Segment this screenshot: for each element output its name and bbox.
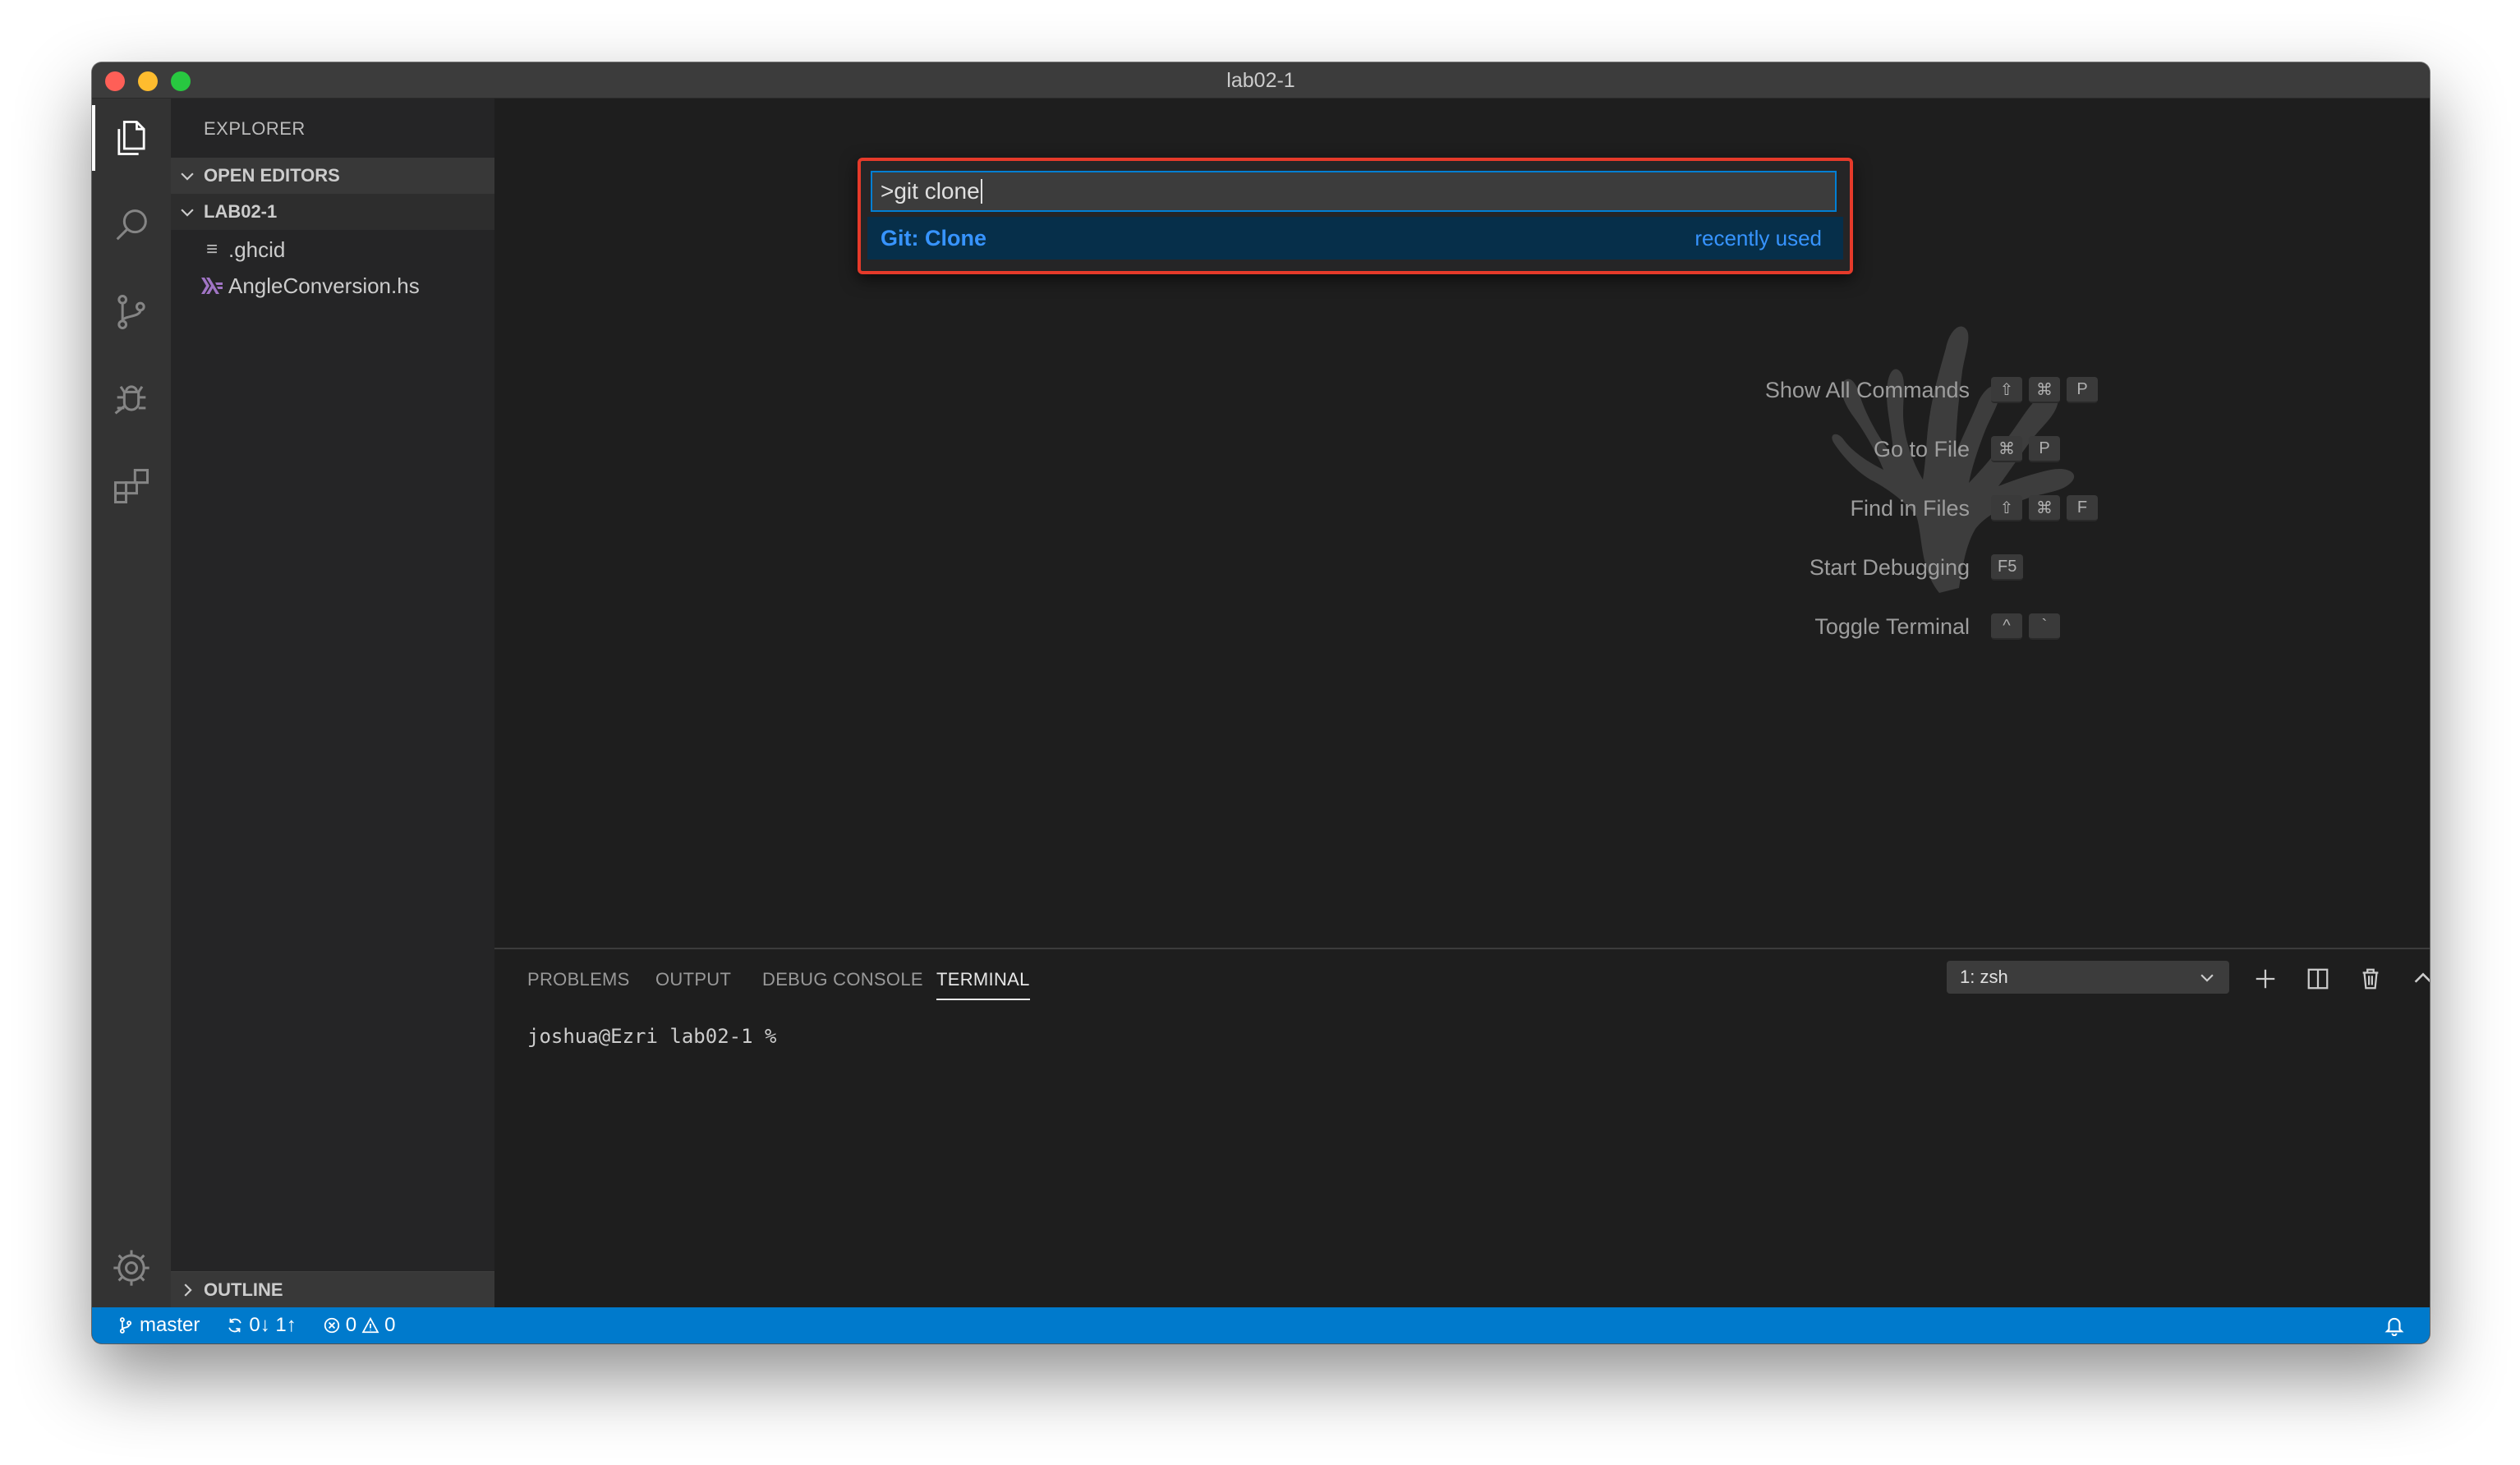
bottom-panel: PROBLEMS OUTPUT DEBUG CONSOLE TERMINAL 1…: [494, 948, 2430, 1307]
key-cap: F5: [1991, 554, 2024, 581]
warning-icon: [361, 1316, 379, 1334]
sync-icon: [228, 1318, 242, 1333]
key-cap: F: [2067, 495, 2098, 521]
key-cap: P: [2067, 377, 2098, 403]
file-lines-icon: ≡: [205, 238, 218, 260]
tab-problems[interactable]: PROBLEMS: [527, 969, 630, 990]
key-cap: ⌘: [1991, 436, 2022, 462]
git-branch-icon: [119, 1317, 132, 1334]
vscode-window: lab02-1 EXPLORER OPEN EDITORS LAB02-1 ≡ …: [92, 62, 2430, 1343]
extensions-activity-button[interactable]: [92, 447, 171, 526]
key-cap: ⇧: [1991, 495, 2022, 521]
shortcut-toggle-terminal: Toggle Terminal ^ `: [1398, 609, 2219, 645]
key-cap: ⌘: [2029, 495, 2060, 521]
haskell-icon: [195, 278, 228, 294]
file-item-angleconversion[interactable]: AngleConversion.hs: [171, 268, 494, 304]
files-icon: [117, 121, 145, 155]
terminal-prompt[interactable]: joshua@Ezri lab02-1 %: [527, 1025, 776, 1048]
terminal-select-value: 1: zsh: [1960, 967, 2008, 987]
chevron-down-icon: [171, 167, 204, 185]
chevron-up-icon: [2414, 972, 2430, 983]
error-icon: [324, 1317, 339, 1334]
key-cap: ^: [1991, 613, 2022, 640]
debug-activity-button[interactable]: [92, 360, 171, 439]
key-cap: ⌘: [2029, 377, 2060, 403]
extensions-icon: [113, 468, 149, 504]
tab-debug-console[interactable]: DEBUG CONSOLE: [762, 969, 923, 990]
shortcut-label: Show All Commands: [1764, 377, 1970, 402]
command-palette-input-value: >git clone: [881, 178, 980, 204]
key-cap: ⇧: [1991, 377, 2022, 403]
warning-count: 0: [384, 1314, 396, 1336]
shortcut-label: Toggle Terminal: [1814, 613, 1970, 639]
explorer-sidebar: EXPLORER OPEN EDITORS LAB02-1 ≡ .ghcid A…: [171, 99, 494, 1307]
shortcut-show-all-commands: Show All Commands ⇧ ⌘ P: [1398, 372, 2219, 408]
search-icon: [116, 209, 147, 241]
file-name: AngleConversion.hs: [228, 273, 420, 298]
sync-counts: 0↓ 1↑: [249, 1314, 297, 1336]
file-name: .ghcid: [228, 237, 286, 262]
search-activity-button[interactable]: [92, 186, 171, 264]
activity-bar: [92, 99, 171, 1307]
command-result-label: Git: Clone: [881, 225, 986, 250]
title-bar: lab02-1: [92, 62, 2430, 99]
kill-terminal-button[interactable]: [2352, 961, 2389, 997]
chevron-down-icon: [171, 203, 204, 221]
shortcut-go-to-file: Go to File ⌘ P: [1398, 431, 2219, 467]
command-palette: >git clone Git: Clone recently used: [858, 158, 1853, 274]
error-count: 0: [345, 1314, 357, 1336]
chevron-down-icon: [2200, 974, 2214, 982]
bell-icon[interactable]: [2384, 1315, 2405, 1336]
shortcut-label: Go to File: [1873, 436, 1970, 462]
shortcut-label: Start Debugging: [1809, 554, 1970, 580]
open-editors-section[interactable]: OPEN EDITORS: [171, 158, 494, 194]
maximize-panel-button[interactable]: [2405, 961, 2430, 997]
plus-icon: [2256, 969, 2275, 989]
split-icon: [2307, 968, 2329, 990]
command-result-git-clone[interactable]: Git: Clone recently used: [867, 217, 1843, 259]
debug-icon: [114, 385, 146, 415]
folder-label: LAB02-1: [204, 201, 278, 222]
manage-settings-button[interactable]: [92, 1228, 171, 1307]
split-terminal-button[interactable]: [2300, 961, 2336, 997]
terminal-select[interactable]: 1: zsh: [1947, 961, 2229, 994]
outline-label: OUTLINE: [204, 1279, 283, 1300]
sync-status-item[interactable]: 0↓ 1↑: [226, 1314, 297, 1337]
branch-name: master: [140, 1314, 200, 1336]
key-cap: P: [2029, 436, 2060, 462]
explorer-activity-button[interactable]: [92, 99, 171, 177]
source-control-icon: [117, 294, 145, 330]
shortcut-start-debugging: Start Debugging F5: [1398, 549, 2219, 586]
outline-section[interactable]: OUTLINE: [171, 1271, 494, 1307]
shortcut-find-in-files: Find in Files ⇧ ⌘ F: [1398, 490, 2219, 526]
file-item-ghcid[interactable]: ≡ .ghcid: [171, 232, 494, 268]
gear-icon: [113, 1250, 149, 1286]
explorer-title: EXPLORER: [204, 118, 306, 139]
tab-terminal[interactable]: TERMINAL: [936, 969, 1030, 1000]
tab-output[interactable]: OUTPUT: [655, 969, 731, 990]
command-result-hint: recently used: [1695, 225, 1822, 250]
status-bar: master 0↓ 1↑ 0 0: [92, 1307, 2430, 1343]
new-terminal-button[interactable]: [2247, 961, 2283, 997]
key-cap: `: [2029, 613, 2060, 640]
chevron-right-icon: [171, 1281, 204, 1299]
window-title: lab02-1: [1226, 69, 1295, 92]
shortcut-label: Find in Files: [1850, 495, 1970, 521]
problems-status-item[interactable]: 0 0: [323, 1314, 396, 1337]
command-palette-input[interactable]: >git clone: [871, 171, 1837, 212]
text-caret: [980, 179, 982, 204]
branch-status-item[interactable]: master: [117, 1314, 200, 1337]
trash-icon: [2362, 968, 2379, 990]
open-editors-label: OPEN EDITORS: [204, 165, 340, 186]
folder-section[interactable]: LAB02-1: [171, 194, 494, 230]
source-control-activity-button[interactable]: [92, 273, 171, 351]
